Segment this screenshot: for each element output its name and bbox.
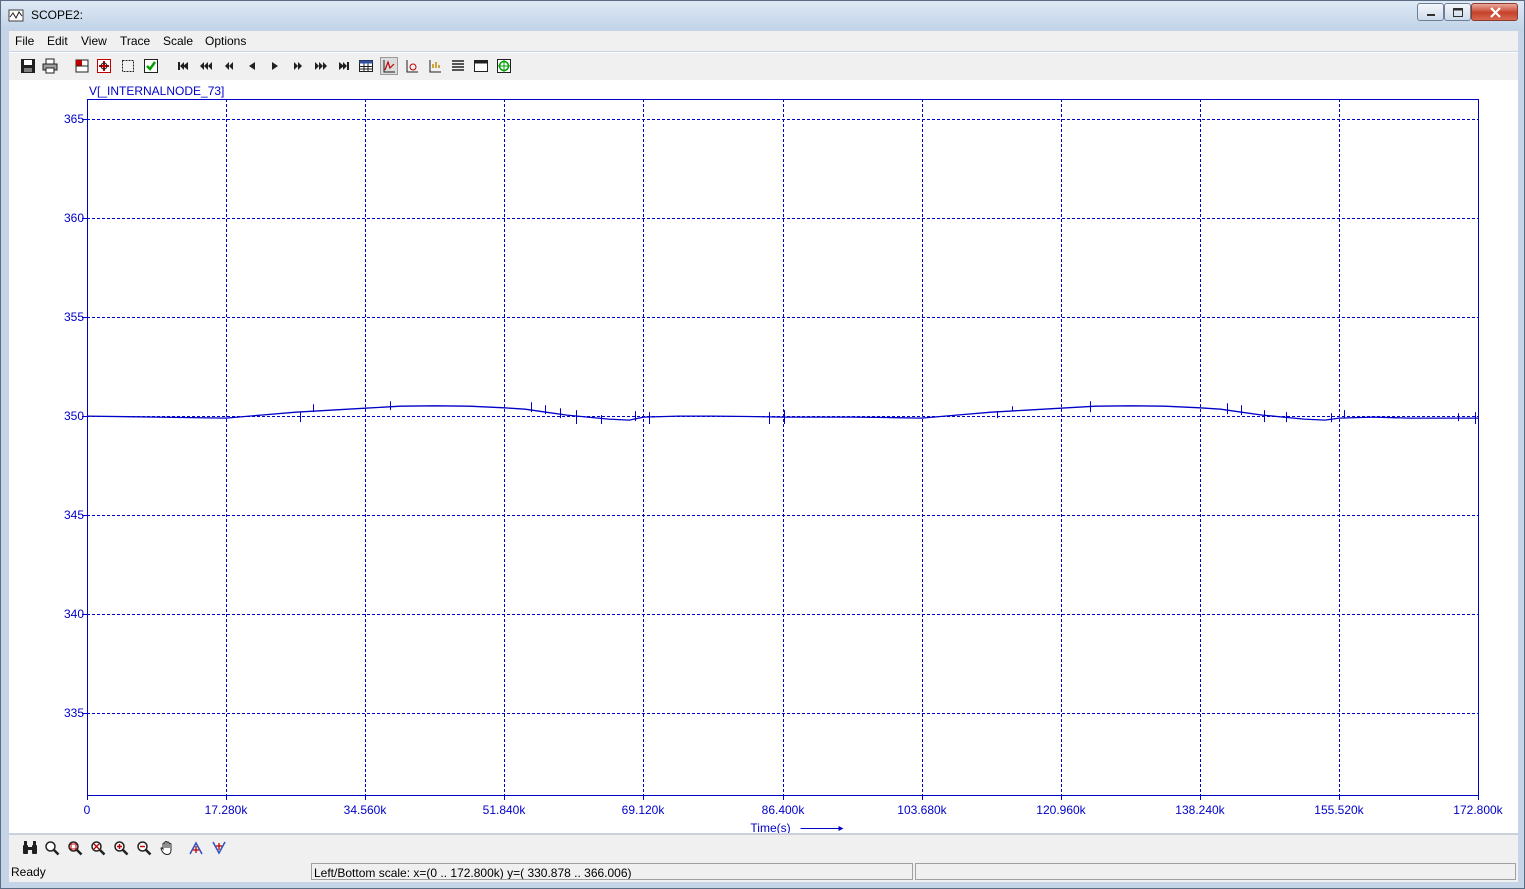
peak-up-icon[interactable] (188, 840, 204, 856)
menu-edit[interactable]: Edit (47, 34, 68, 48)
status-ready: Ready (11, 865, 46, 879)
fast-back-icon[interactable] (198, 58, 214, 74)
window-title: SCOPE2: (31, 8, 84, 22)
close-button[interactable] (1471, 3, 1518, 21)
window-icon[interactable] (473, 58, 489, 74)
menu-file[interactable]: File (15, 34, 34, 48)
first-icon[interactable] (175, 58, 191, 74)
y-tick-label: 340 (64, 607, 84, 621)
zoom-toolbar (9, 834, 1518, 862)
check-icon[interactable] (143, 58, 159, 74)
forward-icon[interactable] (290, 58, 306, 74)
back-icon[interactable] (221, 58, 237, 74)
main-toolbar (9, 52, 1518, 80)
x-tick-label: 120.960k (1036, 803, 1086, 817)
y-tick-label: 360 (64, 211, 84, 225)
minimize-button[interactable] (1417, 3, 1444, 21)
binoculars-icon[interactable] (21, 839, 39, 857)
x-tick-label: 34.560k (344, 803, 388, 817)
select-icon[interactable] (120, 58, 136, 74)
scope-chart[interactable]: 0 17.280k 34.560k 51.840k 69.120k 86.400k 103.… (9, 80, 1518, 835)
x-tick-label: 0 (84, 803, 91, 817)
x-tick-label: 86.400k (762, 803, 806, 817)
zoom-area-icon[interactable] (67, 840, 83, 856)
x-axis-arrowhead (838, 826, 844, 831)
y-tick-label: 365 (64, 112, 84, 126)
step-back-icon[interactable] (244, 58, 260, 74)
x-tick-label: 138.240k (1175, 803, 1225, 817)
minimize-icon (1427, 14, 1435, 16)
y-tick-label: 355 (64, 310, 84, 324)
list-icon[interactable] (450, 58, 466, 74)
plot-area[interactable]: 0 17.280k 34.560k 51.840k 69.120k 86.400k 103.… (9, 80, 1518, 835)
maximize-button[interactable] (1444, 3, 1471, 21)
menu-trace[interactable]: Trace (120, 34, 150, 48)
maximize-icon (1453, 8, 1463, 17)
trace-button[interactable] (380, 57, 398, 75)
save-icon[interactable] (20, 58, 36, 74)
menu-view[interactable]: View (81, 34, 107, 48)
app-icon (8, 9, 24, 22)
x-tick-label: 17.280k (205, 803, 249, 817)
x-tick-label: 51.840k (483, 803, 527, 817)
print-icon[interactable] (42, 58, 58, 74)
trace-icon (383, 60, 395, 73)
peak-down-icon[interactable] (211, 840, 227, 856)
fast-forward-icon[interactable] (313, 58, 329, 74)
x-axis-label: Time(s) (750, 821, 790, 833)
table-icon[interactable] (358, 58, 374, 74)
last-icon[interactable] (336, 58, 352, 74)
menu-scale[interactable]: Scale (163, 34, 193, 48)
scope-window: SCOPE2: File Edit View Trace Scale Optio… (0, 0, 1525, 889)
x-tick-label: 155.520k (1314, 803, 1364, 817)
step-forward-icon[interactable] (267, 58, 283, 74)
trace-title: V[_INTERNALNODE_73] (89, 84, 224, 98)
zoom-icon[interactable] (44, 840, 60, 856)
layout-icon[interactable] (74, 58, 90, 74)
trace-line (86, 405, 1478, 421)
x-tick-label: 69.120k (622, 803, 666, 817)
pan-hand-icon[interactable] (159, 840, 175, 856)
x-tick-label: 172.800k (1453, 803, 1503, 817)
zoom-out-icon[interactable] (136, 840, 152, 856)
axis-icon[interactable] (427, 58, 443, 74)
menu-bar: File Edit View Trace Scale Options (9, 31, 1518, 51)
cursor-icon[interactable] (404, 58, 420, 74)
zoom-in-icon[interactable] (113, 840, 129, 856)
y-tick-label: 350 (64, 409, 84, 423)
fit-icon[interactable] (96, 58, 112, 74)
close-icon (1490, 7, 1501, 18)
menu-options[interactable]: Options (205, 34, 246, 48)
y-tick-label: 345 (64, 508, 84, 522)
target-icon[interactable] (496, 58, 512, 74)
status-scale: Left/Bottom scale: x=(0 .. 172.800k) y=(… (311, 863, 913, 880)
status-extra (915, 863, 1516, 880)
status-bar: Ready Left/Bottom scale: x=(0 .. 172.800… (9, 861, 1518, 882)
zoom-x-icon[interactable] (90, 840, 106, 856)
title-bar: SCOPE2: (1, 1, 1524, 30)
x-tick-label: 103.680k (897, 803, 947, 817)
y-tick-label: 335 (64, 706, 84, 720)
